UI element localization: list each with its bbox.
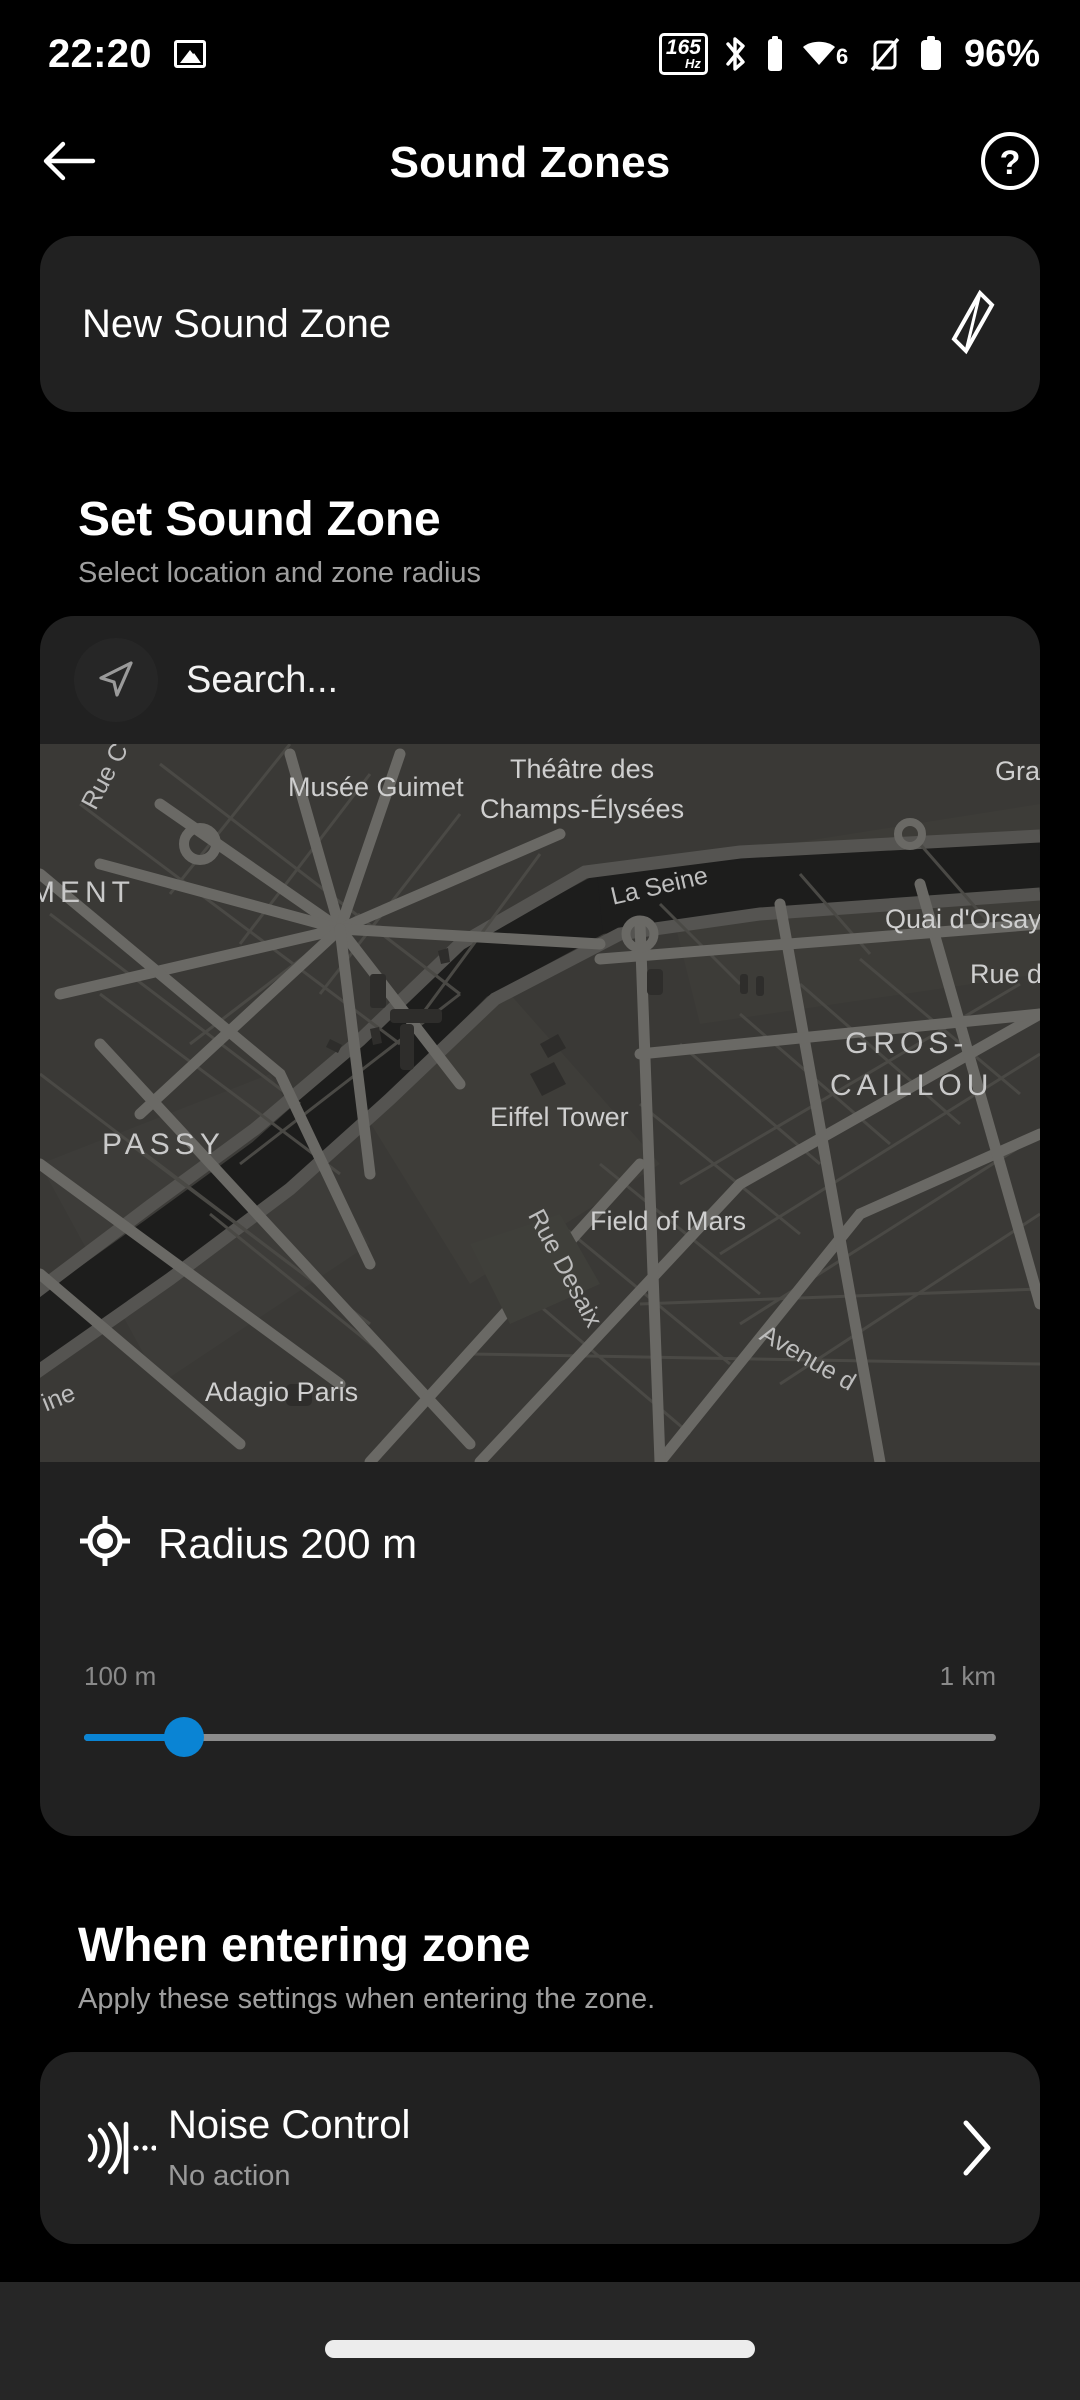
- svg-text:?: ?: [1000, 144, 1021, 182]
- set-zone-subtitle: Select location and zone radius: [78, 557, 482, 589]
- map-radius-card: Search... Rue C Musée Guimet Théâtre des…: [40, 616, 1040, 1836]
- help-button[interactable]: ?: [940, 130, 1080, 197]
- phone-screen: 22:20 165 Hz 6 96% Sound Zones ? New Sou…: [0, 0, 1080, 2400]
- list-item-noise-control[interactable]: Noise Control No action: [40, 2052, 1040, 2244]
- radius-slider-thumb[interactable]: [164, 1717, 205, 1757]
- radius-row: Radius 200 m: [78, 1462, 1002, 1573]
- noise-control-icon: [84, 2120, 168, 2176]
- map-view[interactable]: Rue C Musée Guimet Théâtre des Champs-Él…: [40, 744, 1040, 1462]
- status-bar: 22:20 165 Hz 6 96%: [0, 0, 1080, 108]
- radius-slider-labels: 100 m 1 km: [78, 1661, 1002, 1692]
- bluetooth-battery-icon: [764, 34, 786, 74]
- entering-zone-section-header: When entering zone Apply these settings …: [78, 1918, 655, 2016]
- status-bar-left: 22:20: [48, 32, 206, 77]
- navigation-arrow-icon: [93, 655, 139, 706]
- refresh-rate-icon: 165 Hz: [658, 33, 708, 75]
- list-item-subtitle: No action: [168, 2160, 291, 2192]
- bluetooth-icon: [723, 34, 749, 74]
- rotation-locked-icon: [868, 34, 902, 74]
- my-location-button[interactable]: [74, 638, 158, 722]
- status-clock: 22:20: [48, 31, 152, 76]
- page-title: Sound Zones: [389, 138, 671, 187]
- battery-full-icon: [917, 34, 945, 74]
- chevron-right-icon: [956, 2117, 996, 2179]
- home-gesture-pill[interactable]: [325, 2340, 755, 2358]
- radius-slider[interactable]: [78, 1702, 1002, 1772]
- system-navigation-bar: [0, 2282, 1080, 2400]
- zone-name-label: New Sound Zone: [82, 301, 392, 346]
- map-search-row[interactable]: Search...: [40, 616, 1040, 744]
- set-zone-title: Set Sound Zone: [78, 493, 441, 546]
- list-item-title: Noise Control: [168, 2103, 411, 2147]
- svg-text:6: 6: [836, 44, 848, 69]
- app-bar: Sound Zones ?: [0, 108, 1080, 218]
- radius-label: Radius 200 m: [158, 1519, 418, 1567]
- search-input[interactable]: Search...: [186, 659, 338, 702]
- map-canvas: [40, 744, 1040, 1462]
- list-item-text: Noise Control No action: [168, 2103, 956, 2193]
- status-bar-right: 165 Hz 6 96%: [658, 32, 1040, 76]
- gps-target-icon: [78, 1514, 132, 1573]
- battery-percent-label: 96%: [963, 32, 1040, 75]
- zone-name-card[interactable]: New Sound Zone: [40, 236, 1040, 412]
- back-button[interactable]: [0, 138, 140, 189]
- pencil-icon[interactable]: [936, 289, 998, 360]
- wifi-icon: 6: [801, 34, 853, 74]
- radius-min-label: 100 m: [84, 1661, 157, 1691]
- refresh-rate-value: 165: [665, 36, 701, 59]
- radius-slider-track[interactable]: [84, 1717, 996, 1757]
- radius-block: Radius 200 m 100 m 1 km: [40, 1462, 1040, 1836]
- refresh-rate-unit: Hz: [685, 56, 701, 71]
- arrow-left-icon: [41, 138, 99, 189]
- set-zone-section-header: Set Sound Zone Select location and zone …: [78, 492, 481, 590]
- radius-max-label: 1 km: [939, 1661, 996, 1691]
- help-circle-icon: ?: [979, 130, 1041, 197]
- entering-zone-title: When entering zone: [78, 1919, 531, 1972]
- image-icon: [173, 40, 206, 68]
- entering-zone-subtitle: Apply these settings when entering the z…: [78, 1983, 656, 2015]
